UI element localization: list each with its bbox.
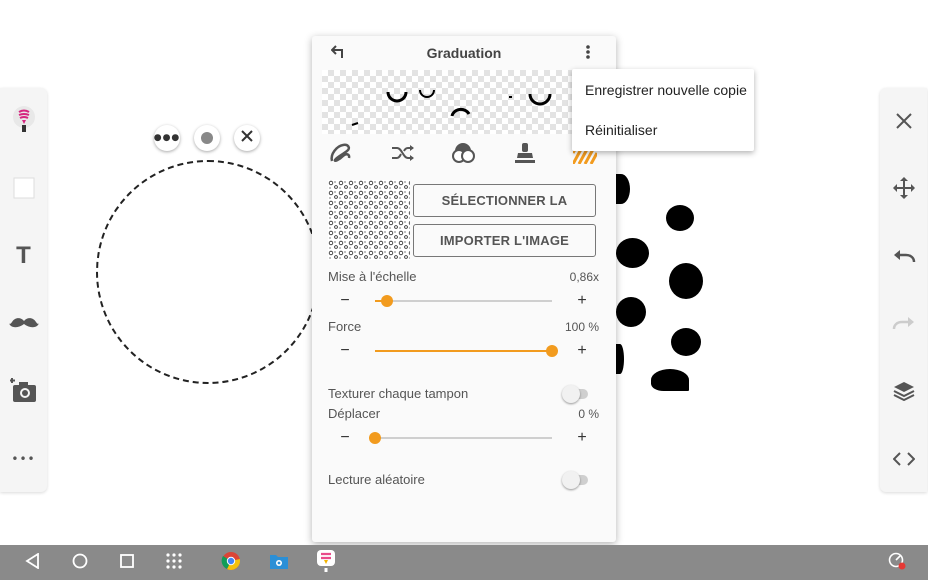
scale-increase-button[interactable]: +: [574, 293, 590, 309]
panel-title: Graduation: [426, 45, 502, 61]
random-playback-toggle[interactable]: [562, 471, 590, 489]
kebab-icon: [586, 44, 590, 63]
brush-preview: [322, 70, 606, 134]
file-manager-icon: [269, 552, 289, 574]
move-slider[interactable]: [369, 432, 552, 444]
scale-value: 0,86x: [569, 270, 599, 284]
brush-stroke-icon: [329, 142, 353, 168]
redo-icon: [892, 315, 916, 331]
overflow-menu-button[interactable]: [578, 42, 598, 64]
move-decrease-button[interactable]: −: [337, 430, 353, 446]
back-icon: [25, 551, 41, 573]
force-slider-fill: [375, 350, 552, 352]
sticker-tool-button[interactable]: [0, 303, 47, 343]
right-toolbar: [880, 88, 927, 492]
texture-swatch[interactable]: [328, 180, 410, 260]
select-texture-button[interactable]: SÉLECTIONNER LA TEXTURE: [413, 184, 596, 239]
import-image-button[interactable]: IMPORTER L'IMAGE: [413, 224, 596, 257]
center-handle[interactable]: [194, 125, 220, 151]
app-grid-icon: [166, 552, 182, 573]
texture-each-stamp-toggle[interactable]: [562, 385, 590, 403]
menu-item-save-new-copy[interactable]: Enregistrer nouvelle copie: [572, 70, 754, 110]
overflow-menu: Enregistrer nouvelle copie Réinitialiser: [572, 69, 754, 151]
force-value: 100 %: [564, 320, 599, 334]
move-increase-button[interactable]: +: [574, 430, 590, 446]
scale-slider-thumb[interactable]: [381, 295, 394, 307]
add-photo-button[interactable]: [0, 371, 47, 411]
close-selection-button[interactable]: [234, 125, 260, 151]
move-button[interactable]: [880, 168, 927, 208]
undo-button[interactable]: [880, 236, 927, 276]
force-increase-button[interactable]: +: [574, 343, 590, 359]
scale-slider[interactable]: [375, 295, 552, 307]
code-button[interactable]: [880, 439, 927, 479]
redo-button[interactable]: [880, 303, 927, 343]
texture-each-stamp-label: Texturer chaque tampon: [328, 386, 469, 401]
left-toolbar: T •••: [0, 88, 47, 492]
more-dots-icon: ●●●: [153, 133, 181, 143]
app-grid-button[interactable]: [159, 545, 189, 580]
move-label: Déplacer: [328, 406, 381, 421]
brush-tool-icon: [11, 105, 37, 135]
drawing-app-icon: [316, 549, 336, 577]
force-label: Force: [328, 319, 362, 334]
text-tool-icon: T: [16, 242, 31, 269]
more-options-button[interactable]: ●●●: [154, 125, 180, 151]
toggle-knob: [562, 385, 580, 403]
move-slider-thumb[interactable]: [369, 432, 381, 444]
shuffle-mode-button[interactable]: [388, 142, 418, 168]
layers-icon: [893, 381, 915, 401]
app-screen: T ••• ●●● Graduation SÉLECTIONNER LA IMP…: [0, 0, 928, 580]
layers-button[interactable]: [880, 371, 927, 411]
shuffle-icon: [391, 144, 415, 166]
add-photo-icon: [9, 378, 38, 404]
brush-tool-button[interactable]: [0, 100, 47, 140]
recents-icon: [120, 553, 134, 572]
nav-home-button[interactable]: [65, 545, 95, 580]
chrome-icon: [221, 551, 241, 575]
force-decrease-button[interactable]: −: [337, 343, 353, 359]
text-tool-button[interactable]: T: [0, 236, 47, 276]
drawing-app-button[interactable]: [311, 545, 341, 580]
force-slider-thumb[interactable]: [546, 345, 558, 357]
handle-dot-icon: [201, 132, 213, 144]
menu-item-reset[interactable]: Réinitialiser: [572, 110, 754, 150]
shape-tool-button[interactable]: [0, 168, 47, 208]
toggle-knob: [562, 471, 580, 489]
nav-back-button[interactable]: [18, 545, 48, 580]
scale-label: Mise à l'échelle: [328, 269, 417, 284]
code-icon: [892, 452, 915, 466]
shapes-mode-button[interactable]: [449, 142, 479, 168]
home-icon: [72, 553, 88, 573]
nav-recents-button[interactable]: [112, 545, 142, 580]
move-value: 0 %: [578, 407, 599, 421]
system-nav-bar: [0, 545, 928, 580]
status-icon: [888, 552, 906, 574]
brush-stroke-mode-button[interactable]: [326, 142, 356, 168]
more-icon: •••: [11, 452, 36, 466]
close-button[interactable]: [880, 101, 927, 141]
close-icon: [241, 130, 253, 146]
mustache-sticker-icon: [8, 316, 39, 330]
more-tools-button[interactable]: •••: [0, 439, 47, 479]
system-status-button[interactable]: [882, 545, 912, 580]
shapes-icon: [451, 142, 477, 168]
force-slider[interactable]: [375, 345, 558, 357]
shape-square-icon: [12, 176, 36, 200]
stamp-icon: [514, 142, 536, 168]
random-playback-label: Lecture aléatoire: [328, 472, 425, 487]
scale-decrease-button[interactable]: −: [337, 293, 353, 309]
close-icon: [895, 112, 913, 130]
selected-stamp-outline[interactable]: [96, 160, 320, 384]
move-icon: [892, 176, 916, 200]
stamp-settings-panel: Graduation SÉLECTIONNER LA IMPORTER L'IM…: [312, 36, 616, 542]
stamp-mode-button[interactable]: [510, 142, 540, 168]
chrome-app-button[interactable]: [216, 545, 246, 580]
undo-icon: [892, 248, 916, 264]
file-manager-app-button[interactable]: [264, 545, 294, 580]
